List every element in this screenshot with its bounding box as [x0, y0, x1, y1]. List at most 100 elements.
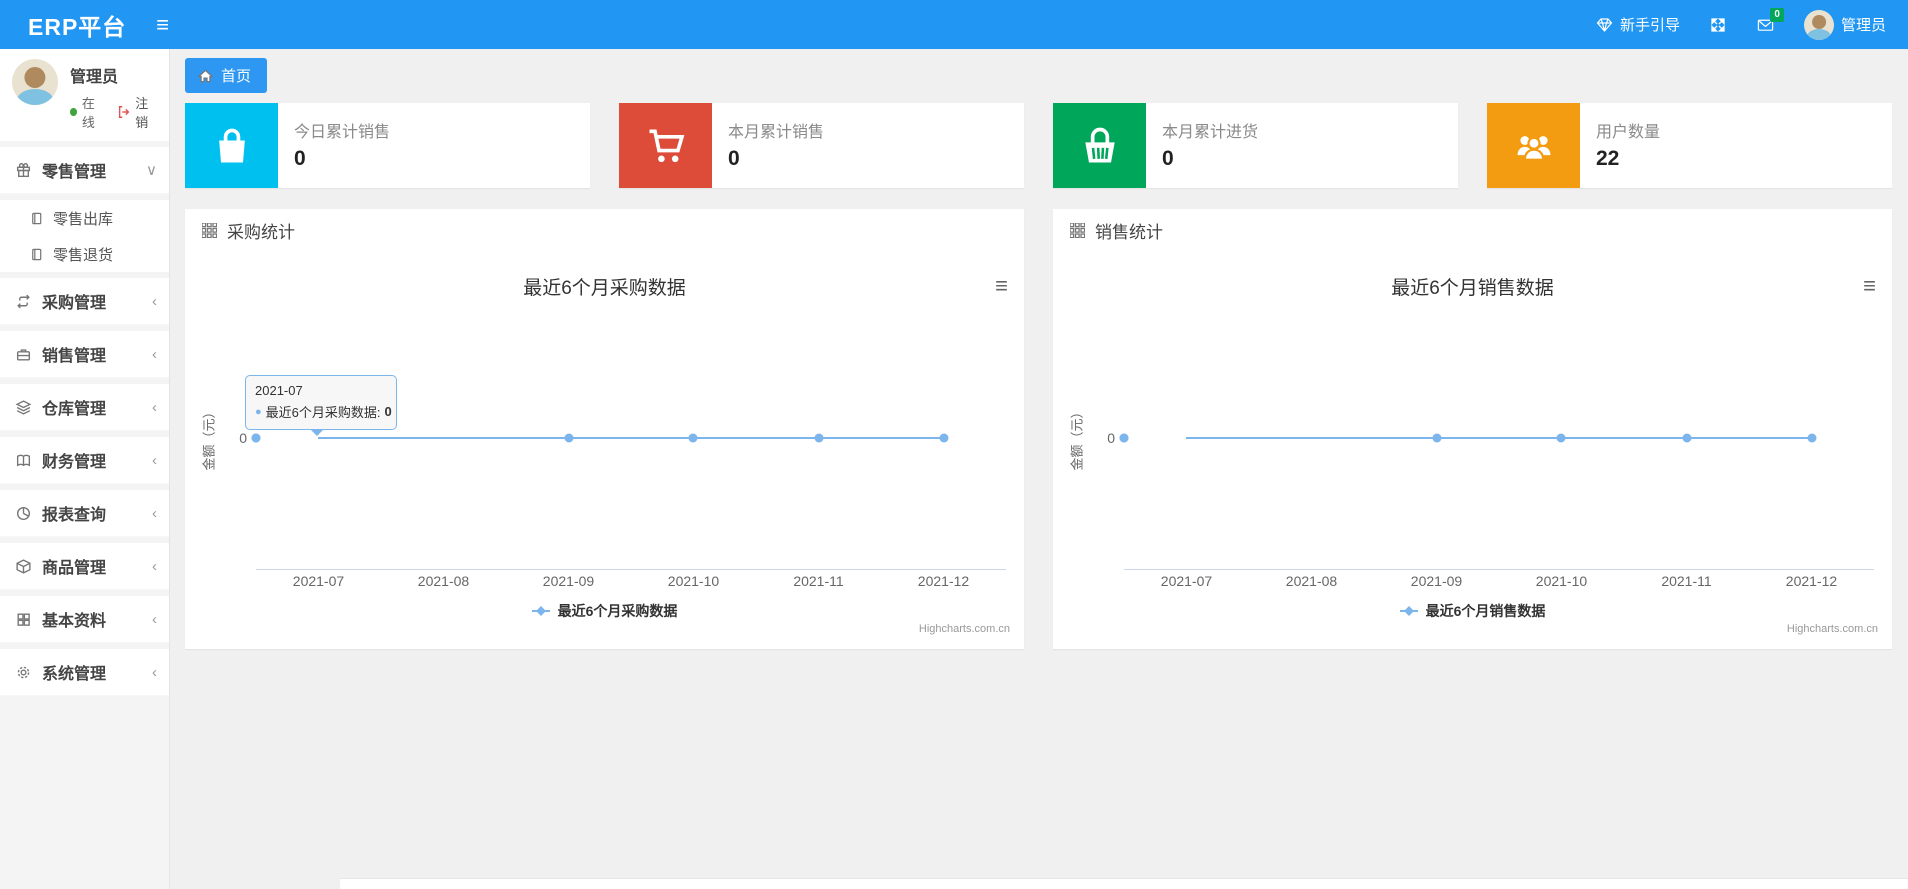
stat-card-today-sales[interactable]: 今日累计销售 0	[185, 103, 590, 188]
sidebar-item-reports[interactable]: 报表查询 ‹	[0, 490, 169, 537]
data-point[interactable]	[939, 433, 948, 443]
sidebar: 管理员 在线 注销 零售管理 ∨ 零售出库 零售退货 采购管理 ‹ 销售管理 ‹…	[0, 49, 170, 889]
footer-strip	[340, 878, 1908, 889]
guide-button[interactable]: 新手引导	[1596, 14, 1680, 35]
highcharts-credit-link[interactable]: Highcharts.com.cn	[919, 623, 1010, 635]
plot-area: 金额（元） 0	[1070, 370, 1874, 570]
tooltip-series-bullet: ●	[255, 405, 262, 418]
chart-panels: 采购统计 最近6个月采购数据 ≡ 金额（元） 0 2021-07 ● 最近6个月…	[170, 188, 1908, 649]
chevron-left-icon: ‹	[152, 557, 157, 575]
stat-card-value: 22	[1596, 147, 1620, 170]
avatar	[12, 59, 58, 105]
sidebar-item-purchase[interactable]: 采购管理 ‹	[0, 278, 169, 325]
sidebar-item-system[interactable]: 系统管理 ‹	[0, 649, 169, 696]
data-point[interactable]	[251, 433, 261, 443]
panel-title: 采购统计	[227, 222, 295, 242]
sidebar-item-label: 仓库管理	[42, 401, 107, 418]
sidebar-item-label: 商品管理	[42, 560, 107, 577]
chart-title: 最近6个月销售数据	[1391, 278, 1554, 299]
online-status-dot	[70, 108, 77, 116]
data-point[interactable]	[688, 433, 698, 443]
chevron-left-icon: ‹	[152, 504, 157, 522]
legend-label: 最近6个月采购数据	[557, 603, 678, 619]
panel-purchase-stats: 采购统计 最近6个月采购数据 ≡ 金额（元） 0 2021-07 ● 最近6个月…	[185, 209, 1024, 649]
sidebar-item-products[interactable]: 商品管理 ‹	[0, 543, 169, 590]
data-point[interactable]	[1119, 433, 1129, 443]
fullscreen-button[interactable]	[1710, 16, 1727, 33]
x-axis-tick: 2021-08	[417, 573, 470, 589]
logout-button[interactable]: 注销	[117, 93, 157, 131]
tab-home[interactable]: 首页	[185, 58, 268, 93]
main-content: 首页 今日累计销售 0 本月累计销售 0 本月累计进货 0 用户数量 22 采购…	[170, 49, 1908, 889]
users-icon	[1487, 103, 1580, 188]
breadcrumb: 首页	[170, 49, 1908, 103]
sidebar-item-label: 零售出库	[53, 210, 114, 228]
sidebar-menu: 零售管理 ∨	[0, 147, 169, 194]
stat-cards: 今日累计销售 0 本月累计销售 0 本月累计进货 0 用户数量 22	[170, 103, 1908, 188]
stat-card-value: 0	[294, 147, 306, 170]
bag-icon	[185, 103, 278, 188]
pie-chart-icon	[15, 505, 32, 522]
sidebar-item-retail-outbound[interactable]: 零售出库	[0, 200, 169, 236]
y-axis-tick: 0	[1107, 430, 1115, 446]
sidebar-toggle-button[interactable]: ≡	[156, 13, 169, 36]
x-axis-tick: 2021-11	[793, 573, 844, 589]
sidebar-item-basic-data[interactable]: 基本资料 ‹	[0, 596, 169, 643]
data-point[interactable]	[1556, 433, 1566, 443]
data-point[interactable]	[1432, 433, 1441, 443]
sidebar-item-label: 采购管理	[42, 295, 107, 312]
layers-icon	[15, 399, 32, 416]
legend-marker-icon	[1399, 606, 1418, 616]
navbar-user-menu[interactable]: 管理员	[1803, 9, 1886, 40]
erp-dashboard: ERP平台 ≡ 新手引导 0 管理员 管理员 在线 注销 零售管理 ∨ 零售出库…	[0, 0, 1908, 889]
x-axis-tick: 2021-09	[1410, 573, 1463, 589]
grid-icon	[15, 611, 32, 628]
sidebar-item-finance[interactable]: 财务管理 ‹	[0, 437, 169, 484]
chart-context-menu-button[interactable]: ≡	[1863, 275, 1876, 297]
chevron-down-icon: ∨	[146, 162, 157, 179]
x-axis-labels: 2021-07 2021-08 2021-09 2021-10 2021-11 …	[256, 573, 1006, 593]
book-icon	[15, 452, 32, 469]
stat-card-month-purchases[interactable]: 本月累计进货 0	[1053, 103, 1458, 188]
data-point[interactable]	[1682, 433, 1691, 443]
x-axis-tick: 2021-10	[1535, 573, 1588, 589]
repeat-icon	[15, 293, 32, 310]
data-point[interactable]	[564, 433, 573, 443]
legend-item[interactable]: 最近6个月销售数据	[1053, 601, 1892, 621]
legend-marker-icon	[531, 606, 550, 616]
legend-item[interactable]: 最近6个月采购数据	[185, 601, 1024, 621]
chart-context-menu-button[interactable]: ≡	[995, 275, 1008, 297]
logout-icon	[117, 104, 131, 121]
chart-tooltip: 2021-07 ● 最近6个月采购数据: 0	[245, 375, 397, 436]
data-point[interactable]	[1807, 433, 1816, 443]
messages-button[interactable]: 0	[1757, 8, 1784, 33]
chevron-left-icon: ‹	[152, 610, 157, 628]
legend-label: 最近6个月销售数据	[1425, 603, 1546, 619]
x-axis-tick: 2021-09	[542, 573, 595, 589]
sidebar-item-retail[interactable]: 零售管理 ∨	[0, 147, 169, 194]
data-point[interactable]	[814, 433, 823, 443]
avatar	[1803, 9, 1834, 40]
highcharts-credit-link[interactable]: Highcharts.com.cn	[1787, 623, 1878, 635]
sidebar-item-retail-return[interactable]: 零售退货	[0, 236, 169, 272]
stat-card-month-sales[interactable]: 本月累计销售 0	[619, 103, 1024, 188]
sidebar-item-warehouse[interactable]: 仓库管理 ‹	[0, 384, 169, 431]
grid-9-icon	[201, 222, 218, 239]
purchase-chart: 最近6个月采购数据 ≡ 金额（元） 0 2021-07 ● 最近6个月采购数据:…	[185, 251, 1024, 649]
guide-label: 新手引导	[1619, 17, 1680, 34]
tooltip-series-label: 最近6个月采购数据:	[265, 405, 381, 420]
expand-icon	[1710, 16, 1727, 33]
series-line	[318, 437, 944, 439]
sales-chart: 最近6个月销售数据 ≡ 金额（元） 0 2021-07 2021-08 2021…	[1053, 251, 1892, 649]
sidebar-item-sales[interactable]: 销售管理 ‹	[0, 331, 169, 378]
journal-icon	[28, 246, 45, 263]
logout-label: 注销	[135, 96, 149, 130]
x-axis-tick: 2021-07	[292, 573, 345, 589]
stat-card-value: 0	[1162, 147, 1174, 170]
stat-card-title: 今日累计销售	[294, 124, 391, 141]
stat-card-title: 用户数量	[1596, 124, 1661, 141]
x-axis-tick: 2021-10	[667, 573, 720, 589]
stat-card-user-count[interactable]: 用户数量 22	[1487, 103, 1892, 188]
stat-card-title: 本月累计销售	[728, 124, 825, 141]
chevron-left-icon: ‹	[152, 292, 157, 310]
